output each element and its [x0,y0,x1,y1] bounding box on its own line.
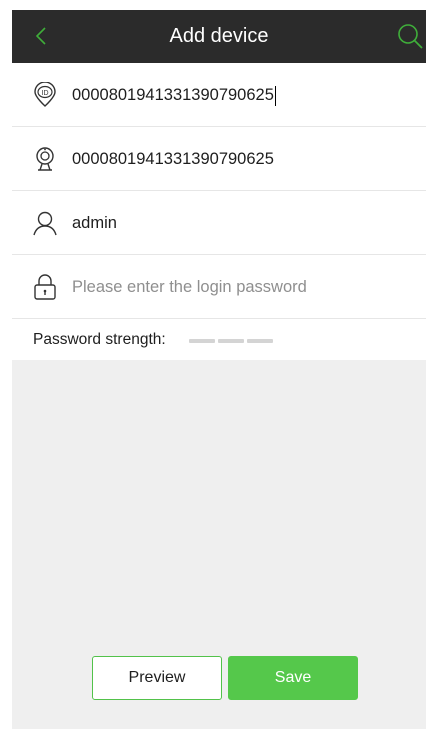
add-device-screen: Add device ID 000080194133139079062​5 00… [12,10,426,729]
camera-id-field[interactable]: 0000801941331390790625 [72,127,274,191]
content-panel: Preview Save [12,360,426,729]
device-id-pin-icon: ID [34,82,56,107]
device-id-row[interactable]: ID 000080194133139079062​5 [12,63,426,127]
camera-icon [36,147,54,171]
page-title: Add device [169,25,269,47]
password-strength-meter [189,339,273,343]
strength-bar [189,339,215,343]
preview-button[interactable]: Preview [92,656,222,700]
svg-text:ID: ID [42,90,49,97]
password-row[interactable] [12,255,426,319]
camera-id-row[interactable]: 0000801941331390790625 [12,127,426,191]
username-field[interactable]: admin [72,191,117,255]
search-icon[interactable] [396,22,424,50]
user-icon [33,211,57,236]
strength-bar [218,339,244,343]
device-id-field[interactable]: 000080194133139079062​5 [72,63,276,127]
top-bar: Add device [12,10,426,63]
password-input[interactable] [72,255,402,319]
save-button[interactable]: Save [228,656,358,700]
device-id-value: 000080194133139079062​5 [72,86,274,104]
password-strength-row: Password strength: [12,320,426,360]
username-row[interactable]: admin [12,191,426,255]
text-cursor [274,85,276,106]
password-strength-label: Password strength: [33,331,166,348]
lock-icon [34,274,56,300]
strength-bar [247,339,273,343]
